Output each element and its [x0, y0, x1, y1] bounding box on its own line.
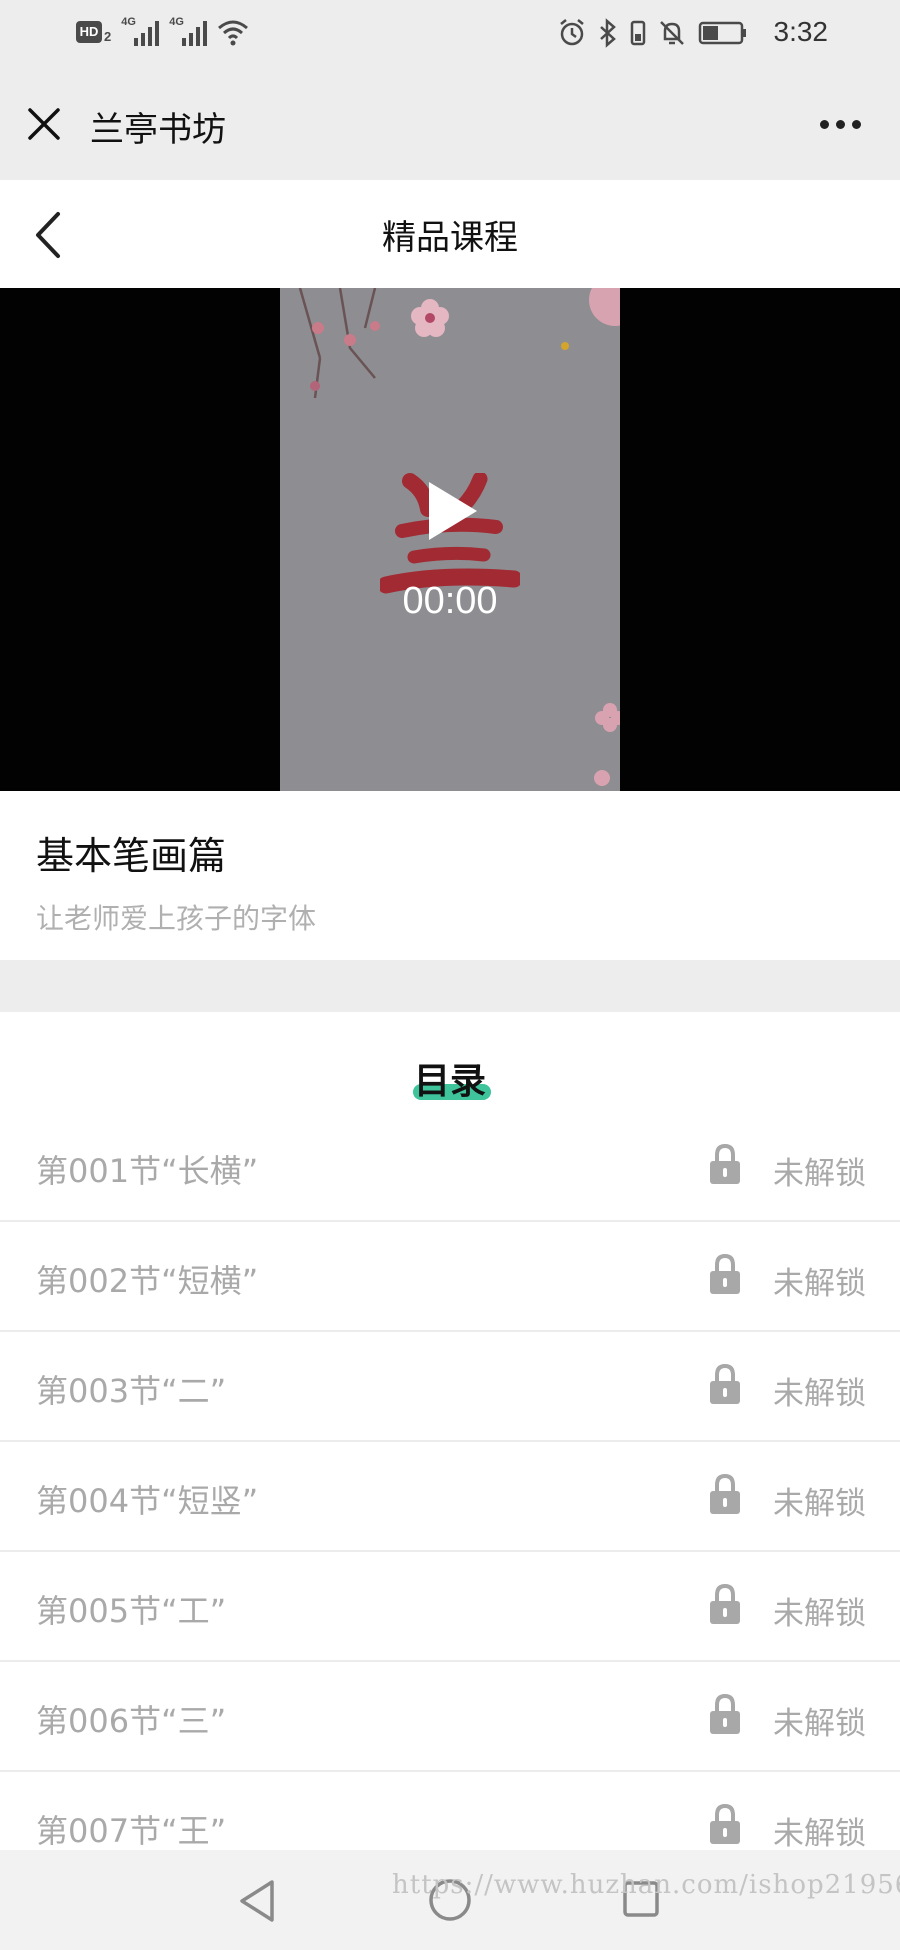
hd-badge: HD [76, 21, 102, 43]
lesson-item[interactable]: 第003节“二” 未解锁 [0, 1332, 900, 1442]
lesson-name: 第007节“王” [36, 1812, 227, 1850]
lock-status: 未解锁 [773, 1706, 866, 1742]
lock-icon [710, 1473, 740, 1514]
lesson-list: 第001节“长横” 未解锁 第002节“短横” 未解锁 第003节“二” 未解锁… [0, 1112, 900, 1882]
status-right-group [558, 18, 748, 48]
wifi-icon [218, 20, 249, 46]
lock-status: 未解锁 [773, 1816, 866, 1852]
vibrate-battery-icon [630, 20, 646, 46]
course-info: 基本笔画篇 让老师爱上孩子的字体 [0, 791, 900, 960]
watermark-text: https://www.huzhan.com/ishop21956 [392, 1870, 900, 1900]
lock-status: 未解锁 [773, 1156, 866, 1192]
lesson-item[interactable]: 第002节“短横” 未解锁 [0, 1222, 900, 1332]
more-options-icon[interactable] [820, 116, 870, 132]
lesson-name: 第004节“短竖” [36, 1482, 259, 1520]
alarm-icon [560, 19, 584, 46]
lock-icon [710, 1693, 740, 1734]
lock-icon [710, 1143, 740, 1184]
lesson-item[interactable]: 第001节“长横” 未解锁 [0, 1112, 900, 1222]
lock-status: 未解锁 [773, 1596, 866, 1632]
signal-icon-2: 4G [169, 16, 208, 46]
lock-icon [710, 1803, 740, 1844]
page-title: 精品课程 [382, 218, 518, 258]
course-subtitle: 让老师爱上孩子的字体 [36, 902, 317, 935]
battery-icon [698, 21, 746, 45]
lesson-name: 第005节“工” [36, 1592, 227, 1630]
lesson-item[interactable]: 第005节“工” 未解锁 [0, 1552, 900, 1662]
play-icon[interactable] [425, 478, 481, 544]
close-icon[interactable] [24, 104, 64, 144]
course-title: 基本笔画篇 [36, 834, 227, 878]
lock-status: 未解锁 [773, 1486, 866, 1522]
lock-status: 未解锁 [773, 1376, 866, 1412]
wechat-title-bar: 兰亭书坊 [0, 70, 900, 180]
catalog-section: 目录 第001节“长横” 未解锁 第002节“短横” 未解锁 第003节“二” … [0, 1012, 900, 1950]
lesson-name: 第006节“三” [36, 1702, 227, 1740]
status-bar: HD 2 4G 4G 3:32 [0, 0, 900, 70]
nav-back-icon[interactable] [238, 1878, 278, 1924]
lock-status: 未解锁 [773, 1266, 866, 1302]
lock-icon [710, 1363, 740, 1404]
status-left-group: HD 2 4G 4G [76, 16, 249, 46]
status-time: 3:32 [773, 16, 829, 47]
lesson-name: 第003节“二” [36, 1372, 227, 1410]
wechat-page-title: 兰亭书坊 [90, 110, 226, 150]
video-player[interactable]: 00:00 [0, 288, 900, 791]
system-nav-bar: https://www.huzhan.com/ishop21956 [0, 1850, 900, 1950]
video-time: 00:00 [402, 580, 498, 622]
page-header: 精品课程 [0, 180, 900, 288]
lesson-item[interactable]: 第004节“短竖” 未解锁 [0, 1442, 900, 1552]
lock-icon [710, 1253, 740, 1294]
lesson-name: 第002节“短横” [36, 1262, 259, 1300]
mute-bell-icon [660, 21, 684, 45]
hd-sub-label: 2 [104, 28, 112, 44]
bluetooth-icon [600, 18, 616, 48]
signal-icon-1: 4G [121, 16, 160, 46]
lesson-item[interactable]: 第006节“三” 未解锁 [0, 1662, 900, 1772]
lesson-name: 第001节“长横” [36, 1152, 259, 1190]
catalog-title: 目录 [413, 1061, 486, 1102]
lock-icon [710, 1583, 740, 1624]
